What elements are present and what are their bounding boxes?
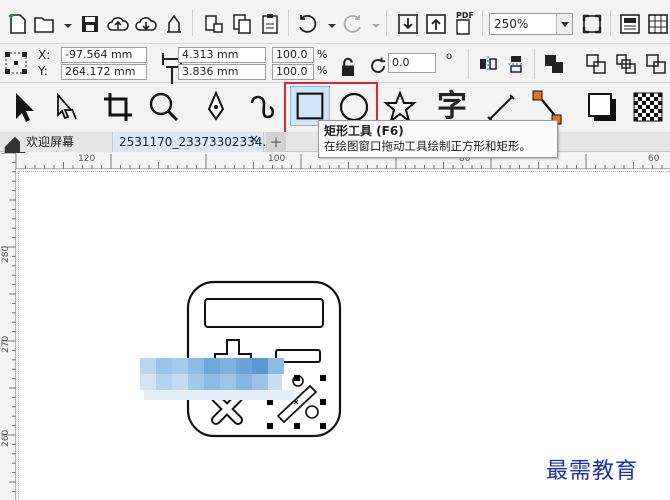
percent-label: %: [317, 64, 328, 77]
tooltip-description: 在绘图窗口拖动工具绘制正方形和矩形。: [324, 139, 531, 153]
show-rulers-icon[interactable]: [618, 12, 642, 36]
toolbar-divider: [482, 10, 483, 36]
ruler-label: 120: [78, 154, 96, 164]
rectangle-tool-tooltip: 矩形工具 (F6) 在绘图窗口拖动工具绘制正方形和矩形。: [318, 120, 558, 158]
ruler-label: 270: [1, 335, 11, 353]
width-icon: [160, 47, 183, 65]
text-tool-glyph: 字: [437, 89, 467, 124]
cloud-upload-icon[interactable]: [106, 12, 130, 36]
cut-icon[interactable]: [202, 12, 226, 36]
ruler-label: 100: [268, 154, 286, 164]
save-icon[interactable]: [78, 12, 102, 36]
pen-tool-icon[interactable]: [196, 87, 236, 127]
copy-icon[interactable]: [230, 12, 254, 36]
x-position-field[interactable]: -97.564 mm: [61, 47, 147, 63]
scale-height-field[interactable]: 100.0: [272, 64, 314, 80]
export-icon[interactable]: [424, 12, 448, 36]
open-folder-icon[interactable]: [32, 12, 56, 36]
undo-icon[interactable]: [296, 12, 320, 36]
chevron-down-icon[interactable]: [56, 14, 72, 38]
tab-welcome-label: 欢迎屏幕: [26, 135, 75, 149]
vertical-ruler-ticks: [1, 153, 16, 492]
close-tab-icon[interactable]: ×: [249, 132, 259, 146]
mirror-horizontal-icon[interactable]: [476, 52, 500, 76]
toolbar-divider: [288, 10, 289, 36]
percent-label: %: [317, 48, 328, 61]
ruler-label: 260: [1, 429, 11, 447]
shape-tool-icon[interactable]: [46, 87, 86, 127]
add-tab-button[interactable]: +: [266, 132, 286, 152]
drop-shadow-tool-icon[interactable]: [582, 87, 622, 127]
weld-icon[interactable]: [644, 52, 668, 76]
pick-tool-icon[interactable]: [2, 87, 42, 127]
width-field[interactable]: 4.313 mm: [178, 47, 266, 63]
publish-pdf-icon[interactable]: PDF: [452, 11, 476, 36]
artistic-media-tool-icon[interactable]: [242, 87, 282, 127]
divide-dot-shape[interactable]: [305, 405, 319, 419]
ruler-label: 60: [648, 154, 660, 164]
import-icon[interactable]: [396, 12, 420, 36]
y-position-field[interactable]: 264.172 mm: [61, 64, 147, 80]
new-document-icon[interactable]: [6, 12, 30, 36]
zoom-level-select[interactable]: 250%: [489, 13, 573, 35]
tab-document[interactable]: 2531170_23373302334..*: [112, 132, 276, 152]
ungroup-icon[interactable]: [614, 52, 638, 76]
chevron-down-icon[interactable]: [364, 14, 380, 38]
tab-welcome-screen[interactable]: 欢迎屏幕: [20, 132, 112, 152]
vertical-ruler[interactable]: 280 270 260: [0, 153, 16, 500]
zoom-tool-icon[interactable]: [144, 87, 184, 127]
blurred-mosaic: [140, 358, 294, 400]
standard-toolbar: PDF 250%: [0, 0, 670, 44]
rotate-icon[interactable]: [366, 54, 386, 74]
full-screen-icon[interactable]: [580, 12, 604, 36]
toolbar-divider: [468, 49, 469, 79]
x-label: X:: [38, 48, 51, 62]
rotation-angle-field[interactable]: 0.0: [388, 53, 436, 73]
print-icon[interactable]: [162, 12, 186, 36]
group-icon[interactable]: [584, 52, 608, 76]
show-grid-icon[interactable]: [646, 12, 670, 36]
chevron-down-icon[interactable]: [320, 14, 336, 38]
height-icon: [160, 64, 178, 87]
height-field[interactable]: 3.836 mm: [178, 64, 266, 80]
calculator-drawing[interactable]: [130, 270, 360, 440]
plus-icon: +: [269, 133, 283, 151]
paste-icon[interactable]: [258, 12, 282, 36]
toolbar-divider: [534, 49, 535, 79]
y-label: Y:: [38, 64, 48, 78]
combine-icon[interactable]: [542, 52, 566, 76]
mirror-vertical-icon[interactable]: [504, 52, 528, 76]
calculator-display[interactable]: [204, 298, 324, 328]
toolbar-divider: [386, 10, 387, 36]
chevron-down-icon[interactable]: [556, 14, 572, 34]
lock-ratio-icon[interactable]: [336, 55, 354, 76]
transparency-tool-icon[interactable]: [628, 87, 668, 127]
toolbar-divider: [610, 10, 611, 36]
home-icon[interactable]: [3, 135, 26, 158]
cloud-download-icon[interactable]: [134, 12, 158, 36]
multiply-shape-inner: [213, 395, 241, 423]
crop-tool-icon[interactable]: [98, 87, 138, 127]
toolbar-divider: [192, 10, 193, 36]
degree-label: o: [446, 51, 453, 62]
pdf-label: PDF: [456, 11, 474, 20]
tooltip-title: 矩形工具 (F6): [324, 124, 404, 138]
ruler-label: 280: [1, 245, 11, 263]
redo-icon[interactable]: [340, 12, 364, 36]
zoom-value: 250%: [494, 17, 529, 31]
property-bar: X: Y: -97.564 mm 264.172 mm 4.313 mm 3.8…: [0, 45, 670, 87]
scale-width-field[interactable]: 100.0: [272, 47, 314, 63]
watermark-text: 最需教育: [546, 459, 639, 484]
object-origin-icon[interactable]: [4, 51, 28, 75]
